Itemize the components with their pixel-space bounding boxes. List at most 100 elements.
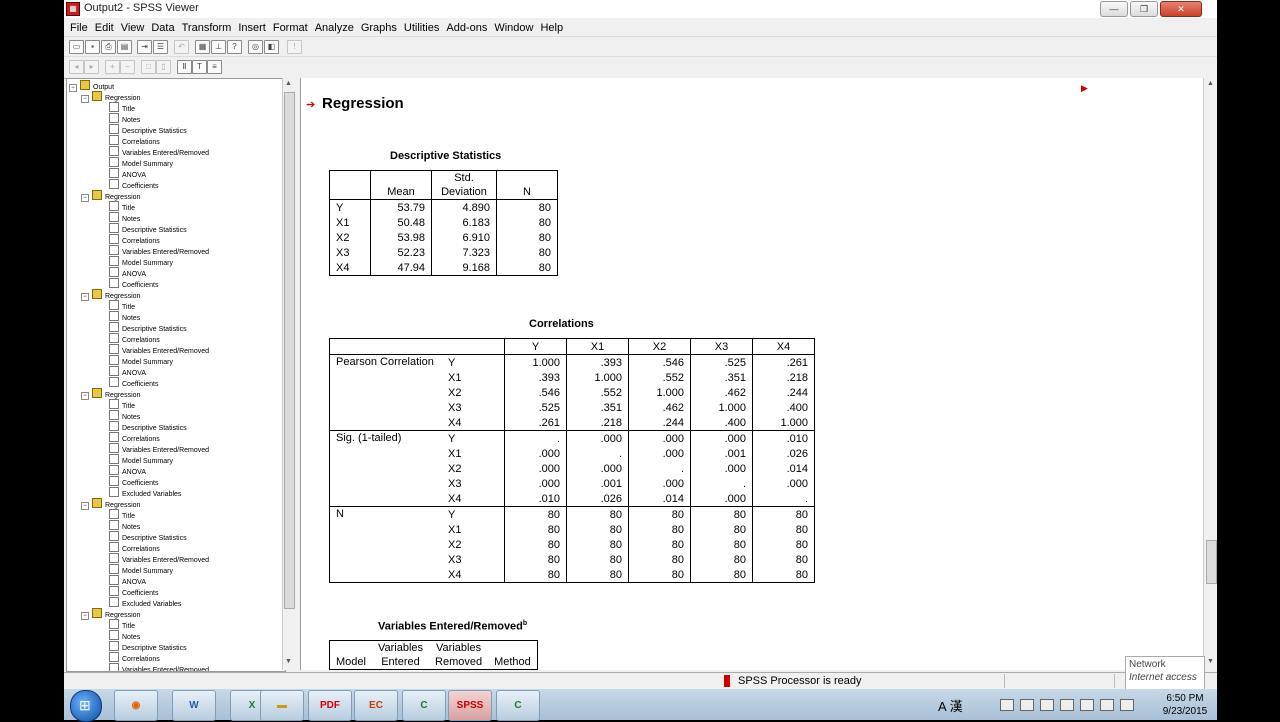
start-button[interactable]: ⊞ [70, 690, 102, 722]
menu-window[interactable]: Window [493, 22, 534, 34]
show-hidden-icons-icon[interactable] [1000, 699, 1014, 711]
collapse-toggle-icon[interactable]: − [81, 392, 89, 400]
volume-icon[interactable] [1040, 699, 1054, 711]
taskbar-c-app[interactable]: C [402, 690, 446, 721]
tray-app-icon[interactable] [1020, 699, 1034, 711]
language-indicator[interactable]: A 漢 [938, 696, 963, 715]
menu-help[interactable]: Help [539, 22, 564, 34]
outline-group-label: Regression [105, 293, 141, 300]
expand-icon[interactable]: + [105, 60, 120, 74]
table-cell: .000 [566, 461, 629, 476]
table-cell: 9.168 [431, 260, 497, 276]
collapse-icon[interactable]: − [120, 60, 135, 74]
menu-edit[interactable]: Edit [94, 22, 115, 34]
menu-transform[interactable]: Transform [181, 22, 233, 34]
tray-extra-icon[interactable] [1120, 699, 1134, 711]
column-header: Mean [370, 170, 432, 200]
undo-icon[interactable]: ↶ [174, 40, 189, 54]
recall-dialog-icon[interactable]: ☰ [153, 40, 168, 54]
outline-item-label: Notes [122, 524, 141, 531]
collapse-toggle-icon[interactable]: − [81, 194, 89, 202]
taskbar-word[interactable]: W [172, 690, 216, 721]
security-icon[interactable] [1060, 699, 1074, 711]
status-bar: SPSS Processor is ready [64, 672, 1217, 689]
print-icon[interactable]: ⎙ [101, 40, 116, 54]
variables-icon[interactable]: ? [227, 40, 242, 54]
collapse-toggle-icon[interactable]: − [81, 612, 89, 620]
table-cell: .000 [690, 461, 753, 476]
close-button[interactable]: ✕ [1160, 1, 1202, 17]
taskbar-pdf[interactable]: PDF [308, 690, 352, 721]
insert-title-icon[interactable]: T [192, 60, 207, 74]
row-label: X3 [442, 476, 505, 491]
taskbar-spss[interactable]: SPSS [448, 690, 492, 721]
column-header: Std. Deviation [431, 170, 497, 200]
menu-utilities[interactable]: Utilities [403, 22, 440, 34]
taskbar-ec[interactable]: EC [354, 690, 398, 721]
taskbar-explorer[interactable]: ▬ [260, 690, 304, 721]
group-label [330, 552, 443, 567]
menu-graphs[interactable]: Graphs [360, 22, 398, 34]
group-label [330, 476, 443, 491]
minimize-button[interactable]: — [1100, 1, 1128, 17]
outline-item-label: ANOVA [122, 370, 146, 377]
table-cell: .218 [786, 371, 808, 384]
designate-window-icon[interactable]: ◧ [264, 40, 279, 54]
show-icon[interactable]: □ [141, 60, 156, 74]
collapse-toggle-icon[interactable]: − [81, 95, 89, 103]
clock[interactable]: 6:50 PM 9/23/2015 [1160, 692, 1210, 718]
outline-item[interactable]: Variables Entered/Removed [109, 663, 209, 671]
menu-analyze[interactable]: Analyze [314, 22, 355, 34]
restore-button[interactable]: ❐ [1130, 1, 1158, 17]
content-scrollbar[interactable]: ▲ ▼ [1203, 78, 1217, 670]
goto-data-icon[interactable]: ▦ [195, 40, 210, 54]
taskbar: ⊞ ◉ W X ▬ PDF EC C SPSS C A 漢 6:50 PM 9/… [64, 689, 1217, 722]
save-icon[interactable]: ▪ [85, 40, 100, 54]
content-scroll-up-icon[interactable]: ▲ [1207, 80, 1214, 87]
promote-icon[interactable]: ◂ [69, 60, 84, 74]
menu-format[interactable]: Format [272, 22, 309, 34]
document-icon [109, 564, 119, 574]
document-icon [109, 300, 119, 310]
table-row: Y 53.79 4.890 80 [329, 199, 558, 215]
table-cell: 80 [504, 522, 567, 537]
collapse-toggle-icon[interactable]: − [81, 502, 89, 510]
table-cell: .014 [628, 491, 691, 507]
export-icon[interactable]: ⇥ [137, 40, 152, 54]
hide-icon[interactable]: ▯ [156, 60, 171, 74]
network-icon[interactable] [1080, 699, 1094, 711]
table-cell: . [690, 476, 753, 491]
demote-icon[interactable]: ▸ [84, 60, 99, 74]
collapse-toggle-icon[interactable]: − [81, 293, 89, 301]
content-scroll-down-icon[interactable]: ▼ [1207, 658, 1214, 665]
table-cell: 80 [795, 553, 808, 566]
open-icon[interactable]: ▭ [69, 40, 84, 54]
use-sets-icon[interactable]: ◎ [248, 40, 263, 54]
goto-case-icon[interactable]: ⊥ [211, 40, 226, 54]
info-icon[interactable]: ! [287, 40, 302, 54]
table-cell: 80 [566, 537, 629, 552]
taskbar-c-app-2[interactable]: C [496, 690, 540, 721]
table-cell: .546 [628, 354, 691, 370]
menu-file[interactable]: File [69, 22, 89, 34]
document-icon [109, 487, 119, 497]
print-preview-icon[interactable]: ▤ [117, 40, 132, 54]
table-cell: .400 [690, 415, 753, 431]
insert-text-icon[interactable]: ≡ [207, 60, 222, 74]
menu-view[interactable]: View [120, 22, 146, 34]
scroll-down-icon[interactable]: ▼ [285, 658, 292, 665]
table-cell: 80 [504, 552, 567, 567]
taskbar-firefox[interactable]: ◉ [114, 690, 158, 721]
collapse-toggle-icon[interactable]: − [69, 84, 77, 92]
scroll-up-icon[interactable]: ▲ [285, 80, 292, 87]
outline-scroll-thumb[interactable] [284, 92, 295, 609]
document-icon [109, 476, 119, 486]
flag-icon[interactable] [1100, 699, 1114, 711]
outline-scrollbar[interactable]: ▲ ▼ [282, 78, 295, 670]
menu-data[interactable]: Data [150, 22, 175, 34]
menu-addons[interactable]: Add-ons [445, 22, 488, 34]
insert-heading-icon[interactable]: Ⅱ [177, 60, 192, 74]
content-scroll-thumb[interactable] [1206, 540, 1217, 584]
menu-insert[interactable]: Insert [237, 22, 267, 34]
outline-item-label: Descriptive Statistics [122, 425, 187, 432]
